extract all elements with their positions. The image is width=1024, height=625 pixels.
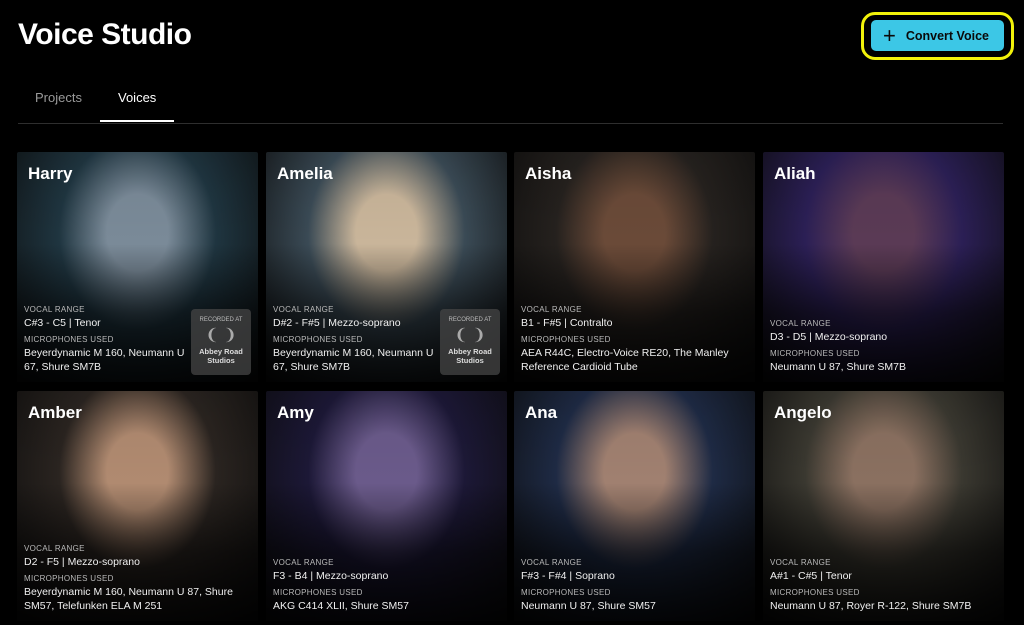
voice-meta: VOCAL RANGE F3 - B4 | Mezzo-soprano MICROP… [273,558,500,613]
microphones-value: Neumann U 87, Shure SM57 [521,600,656,612]
vocal-range-value: F#3 - F#4 | Soprano [521,570,615,582]
voice-name: Aliah [774,164,816,183]
voice-card[interactable]: Amy VOCAL RANGE F3 - B4 | Mezzo-soprano MIC… [266,391,507,621]
studio-name: Abbey Road Studios [448,347,492,365]
vocal-range-label: VOCAL RANGE [770,319,831,328]
voice-card[interactable]: Aisha VOCAL RANGE B1 - F#5 | Contralto MICR… [514,152,755,382]
voice-meta: VOCAL RANGE A#1 - C#5 | Tenor MICROPHONES … [770,558,997,613]
vocal-range-label: VOCAL RANGE [24,305,85,314]
recorded-at-badge: RECORDED AT ❨ ❩ Abbey Road Studios [440,309,500,375]
vocal-range-label: VOCAL RANGE [521,305,582,314]
recorded-at-label: RECORDED AT [199,317,243,323]
voice-name: Amelia [277,164,333,183]
voice-card[interactable]: Amber VOCAL RANGE D2 - F5 | Mezzo-soprano M… [17,391,258,621]
recorded-at-badge: RECORDED AT ❨ ❩ Abbey Road Studios [191,309,251,375]
voice-name: Angelo [774,403,832,422]
vocal-range-value: C#3 - C5 | Tenor [24,317,101,329]
voice-name: Amber [28,403,82,422]
voice-meta: VOCAL RANGE B1 - F#5 | Contralto MICROPHON… [521,305,748,374]
microphones-label: MICROPHONES USED [24,335,114,344]
voice-card[interactable]: Amelia VOCAL RANGE D#2 - F#5 | Mezzo-sopra… [266,152,507,382]
microphones-value: Neumann U 87, Shure SM7B [770,361,906,373]
microphones-label: MICROPHONES USED [273,335,363,344]
recorded-at-label: RECORDED AT [448,317,492,323]
voice-meta: VOCAL RANGE C#3 - C5 | Tenor MICROPHONES U… [24,305,186,374]
vocal-range-label: VOCAL RANGE [273,558,334,567]
microphones-value: AKG C414 XLII, Shure SM57 [273,600,409,612]
voice-card[interactable]: Aliah VOCAL RANGE D3 - D5 | Mezzo-soprano M… [763,152,1004,382]
vocal-range-value: F3 - B4 | Mezzo-soprano [273,570,389,582]
voice-name: Ana [525,403,558,422]
vocal-range-label: VOCAL RANGE [521,558,582,567]
microphones-label: MICROPHONES USED [770,349,860,358]
tab-voices[interactable]: Voices [118,90,156,105]
voice-meta: VOCAL RANGE F#3 - F#4 | Soprano MICROPHONE… [521,558,748,613]
voice-card[interactable]: Ana VOCAL RANGE F#3 - F#4 | Soprano MICROPH… [514,391,755,621]
microphones-value: AEA R44C, Electro-Voice RE20, The Manley… [521,347,729,373]
vocal-range-label: VOCAL RANGE [770,558,831,567]
voice-meta: VOCAL RANGE D2 - F5 | Mezzo-soprano MICROP… [24,544,251,613]
tab-projects[interactable]: Projects [35,90,82,105]
plus-icon: + [883,22,896,48]
microphones-label: MICROPHONES USED [521,335,611,344]
convert-voice-label: Convert Voice [905,28,989,43]
voice-name: Amy [277,403,314,422]
vocal-range-value: D2 - F5 | Mezzo-soprano [24,556,140,568]
vocal-range-value: B1 - F#5 | Contralto [521,317,613,329]
vocal-range-value: D#2 - F#5 | Mezzo-soprano [273,317,401,329]
microphones-label: MICROPHONES USED [273,588,363,597]
convert-voice-button[interactable]: + Convert Voice [871,20,1004,51]
vocal-range-value: A#1 - C#5 | Tenor [770,570,852,582]
active-tab-indicator [100,120,174,122]
voice-meta: VOCAL RANGE D3 - D5 | Mezzo-soprano MICROP… [770,319,997,374]
voice-name: Aisha [525,164,572,183]
microphones-label: MICROPHONES USED [770,588,860,597]
microphones-value: Beyerdynamic M 160, Neumann U 67, Shure … [24,347,185,373]
voice-name: Harry [28,164,73,183]
voice-card[interactable]: Harry VOCAL RANGE C#3 - C5 | Tenor MICROPHO… [17,152,258,382]
microphones-value: Neumann U 87, Royer R-122, Shure SM7B [770,600,972,612]
microphones-label: MICROPHONES USED [521,588,611,597]
vocal-range-value: D3 - D5 | Mezzo-soprano [770,331,888,343]
microphones-label: MICROPHONES USED [24,574,114,583]
page-title: Voice Studio [18,18,192,51]
tab-bar: Projects Voices [18,82,1003,124]
vocal-range-label: VOCAL RANGE [24,544,85,553]
studio-name: Abbey Road Studios [199,347,243,365]
microphones-value: Beyerdynamic M 160, Neumann U 67, Shure … [273,347,434,373]
laurel-icon: ❨ ❩ [454,327,486,344]
vocal-range-label: VOCAL RANGE [273,305,334,314]
voice-meta: VOCAL RANGE D#2 - F#5 | Mezzo-soprano MICR… [273,305,435,374]
microphones-value: Beyerdynamic M 160, Neumann U 87, Shure … [24,586,233,612]
voice-card[interactable]: Angelo VOCAL RANGE A#1 - C#5 | Tenor MICROP… [763,391,1004,621]
laurel-icon: ❨ ❩ [205,327,237,344]
